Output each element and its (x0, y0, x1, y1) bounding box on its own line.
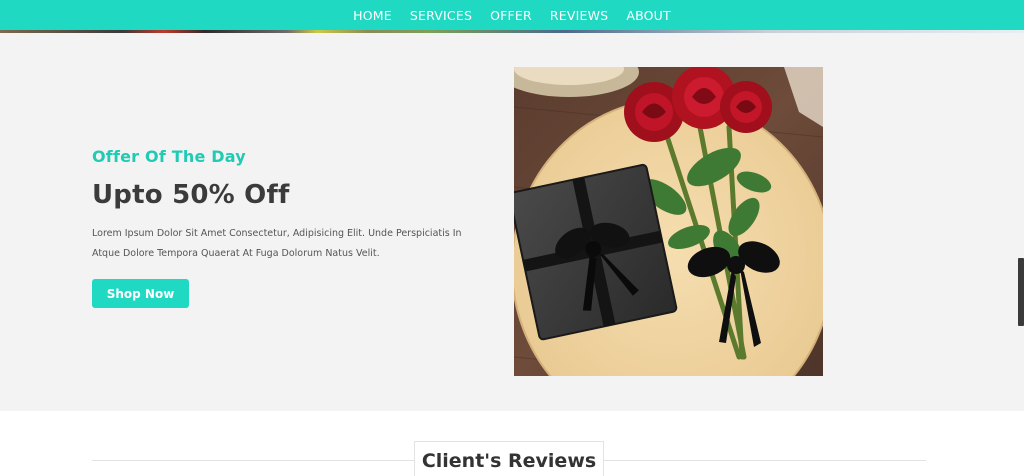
offer-description: Lorem Ipsum Dolor Sit Amet Consectetur, … (92, 228, 462, 259)
nav-link-offer[interactable]: OFFER (490, 8, 532, 23)
top-navbar: HOME SERVICES OFFER REVIEWS ABOUT (0, 0, 1024, 30)
shop-now-button[interactable]: Shop Now (92, 279, 189, 308)
offer-title: Upto 50% Off (92, 180, 290, 210)
nav-links: HOME SERVICES OFFER REVIEWS ABOUT (353, 8, 671, 23)
nav-link-reviews[interactable]: REVIEWS (550, 8, 608, 23)
reviews-heading: Client's Reviews (421, 450, 597, 472)
nav-link-home[interactable]: HOME (353, 8, 392, 23)
offer-image-gift-roses (514, 67, 823, 376)
reviews-heading-box: Client's Reviews (414, 441, 604, 476)
nav-link-about[interactable]: ABOUT (626, 8, 671, 23)
offer-subtitle: Offer Of The Day (92, 147, 246, 166)
offer-content: Offer Of The Day Upto 50% Off Lorem Ipsu… (92, 146, 492, 308)
nav-link-services[interactable]: SERVICES (410, 8, 472, 23)
offer-section: Offer Of The Day Upto 50% Off Lorem Ipsu… (0, 33, 1024, 411)
reviews-section: Client's Reviews (0, 411, 1024, 476)
page-scrollbar-thumb[interactable] (1018, 258, 1024, 326)
